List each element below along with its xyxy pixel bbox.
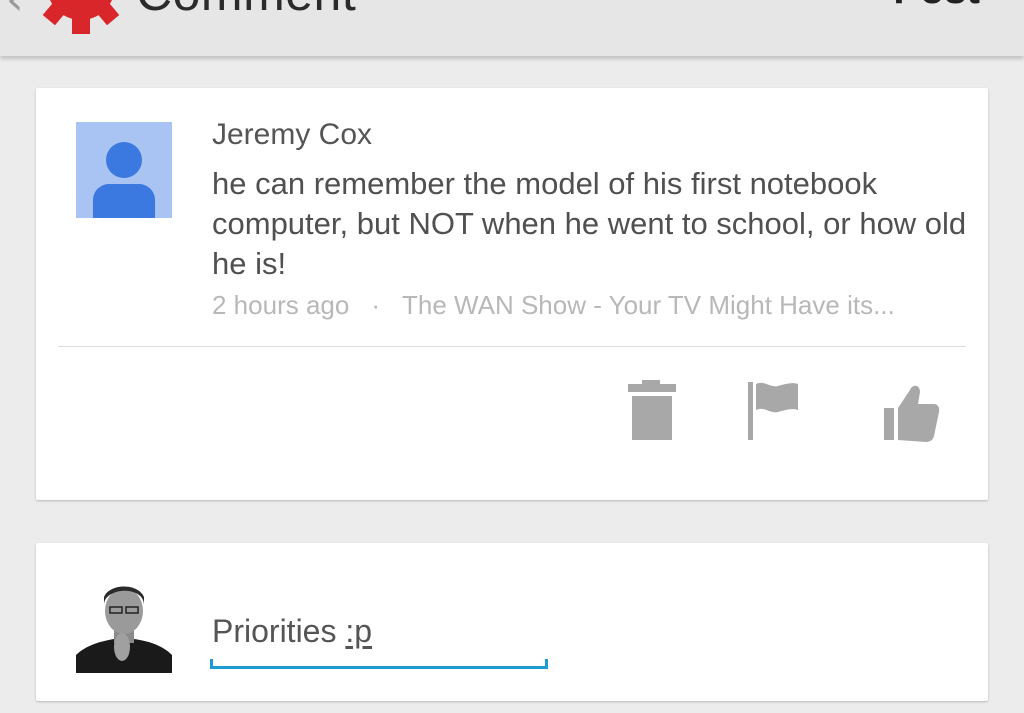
comment-text: he can remember the model of his first n… [212, 166, 967, 281]
meta-separator: · [371, 290, 380, 320]
flag-button[interactable] [742, 378, 806, 444]
flag-icon [748, 382, 798, 440]
video-title-link[interactable]: The WAN Show - Your TV Might Have its... [402, 290, 895, 320]
input-underline [210, 659, 548, 669]
comment-author[interactable]: Jeremy Cox [212, 118, 372, 152]
post-button[interactable]: Post [893, 0, 980, 13]
avatar[interactable] [76, 581, 172, 673]
reply-text-underlined: :p [345, 613, 373, 649]
thumbs-up-icon [884, 385, 940, 442]
person-body [93, 184, 155, 218]
comment-meta: 2 hours ago · The WAN Show - Your TV Might… [212, 290, 972, 321]
trash-icon [628, 380, 676, 440]
avatar[interactable] [76, 122, 172, 218]
app-bar: ‹ Comment Post [0, 0, 1024, 56]
page-title: Comment [136, 0, 356, 22]
reply-input-value[interactable]: Priorities :p [212, 613, 372, 650]
person-icon [106, 142, 142, 178]
delete-button[interactable] [620, 378, 684, 444]
reply-text: Priorities [212, 613, 346, 649]
reply-card: Priorities :p [36, 543, 988, 701]
comment-timestamp: 2 hours ago [212, 290, 350, 320]
gear-logo-icon [42, 0, 120, 34]
reply-input[interactable]: Priorities :p [210, 609, 548, 669]
like-button[interactable] [878, 378, 942, 444]
comment-card: Jeremy Cox he can remember the model of … [36, 88, 988, 500]
chevron-left-icon[interactable]: ‹ [6, 0, 24, 25]
divider [58, 346, 966, 347]
